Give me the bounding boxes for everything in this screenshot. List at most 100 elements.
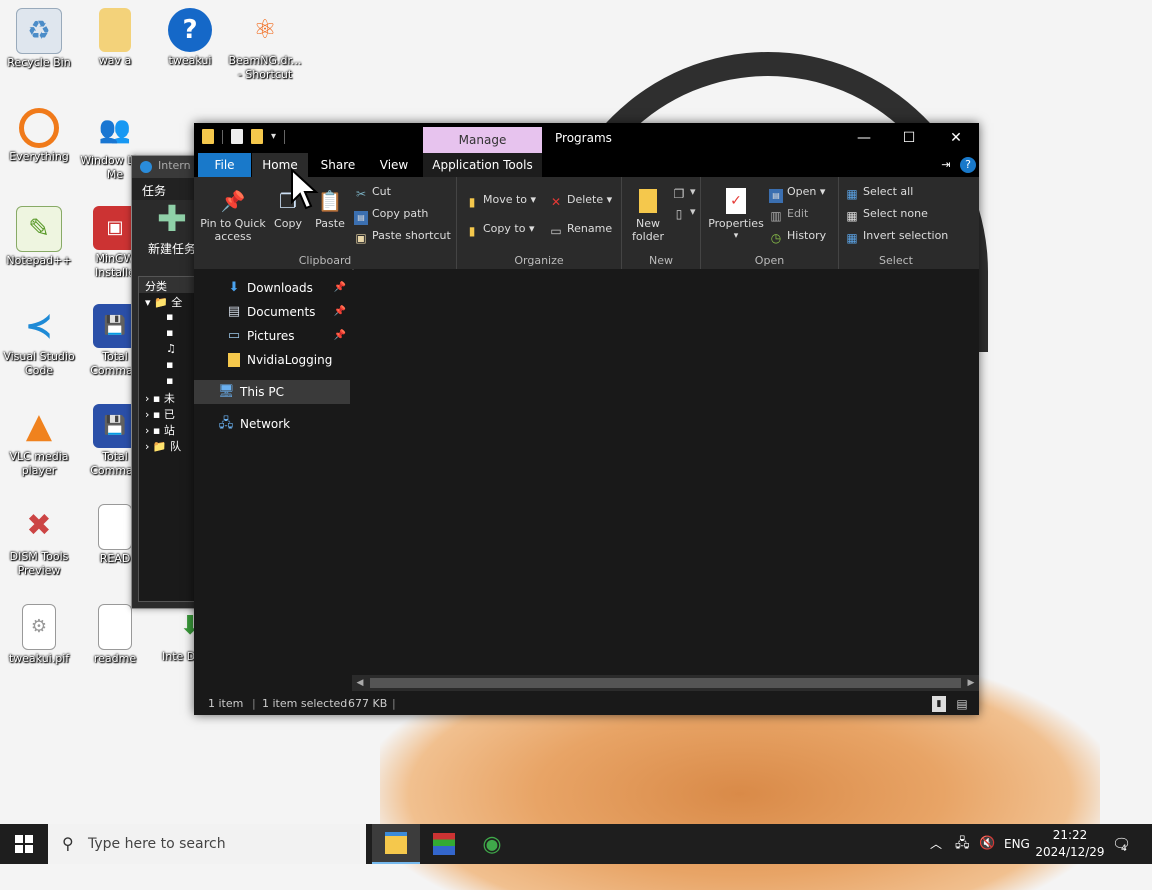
folder-icon	[202, 129, 214, 144]
open-button[interactable]: ▤ Open ▾	[769, 183, 825, 203]
cut-button[interactable]: ✂ Cut	[354, 183, 391, 201]
nav-item-downloads[interactable]: ⬇ Downloads 📌	[194, 276, 350, 300]
details-view-icon[interactable]: ▮	[932, 696, 946, 712]
move-to-button[interactable]: ▮ Move to ▾	[465, 191, 536, 209]
desktop-icon-dism-tools[interactable]: ✖ DISM Tools Preview	[2, 504, 76, 578]
tab-file[interactable]: File	[198, 153, 251, 177]
pin-ribbon-icon[interactable]: ⇥	[938, 153, 954, 177]
paste-shortcut-button[interactable]: ▣ Paste shortcut	[354, 227, 450, 245]
copy-to-button[interactable]: ▮ Copy to ▾	[465, 220, 535, 238]
new-folder-icon[interactable]	[251, 129, 263, 144]
notification-center-icon[interactable]: 🗨4	[1112, 824, 1137, 864]
history-button[interactable]: ◷ History	[769, 227, 826, 245]
notepadpp-icon: ✎	[16, 206, 62, 252]
tools-icon: ✖	[26, 508, 52, 543]
folder-icon	[226, 352, 242, 368]
desktop-icon-tweakui[interactable]: ? tweakui	[153, 8, 227, 68]
taskbar-app-2[interactable]	[420, 824, 468, 864]
taskbar-search-box[interactable]: ⚲ Type here to search	[48, 824, 366, 864]
taskbar-internet-download-manager[interactable]: ◉	[468, 824, 516, 864]
large-icons-view-icon[interactable]: ▤	[954, 696, 970, 712]
scroll-left-icon[interactable]: ◀	[352, 675, 368, 691]
horizontal-scrollbar[interactable]: ◀ ▶	[352, 675, 979, 691]
system-clock[interactable]: 21:22 2024/12/29	[1034, 827, 1106, 861]
app-icon	[433, 833, 455, 855]
nav-item-documents[interactable]: ▤ Documents 📌	[194, 300, 350, 324]
desktop-icon-beamng[interactable]: ⚛ BeamNG.dr... - Shortcut	[228, 8, 302, 82]
nav-item-this-pc[interactable]: 🖥 This PC	[194, 380, 350, 404]
nav-item-nvidialogging[interactable]: NvidiaLogging	[194, 348, 350, 372]
desktop-icon-label: VLC media player	[9, 450, 69, 477]
taskbar: ⚲ Type here to search ◉ ︿ 🖧 🔇 ENG 21:22 …	[0, 824, 1152, 864]
help-icon[interactable]: ?	[960, 157, 976, 173]
separator: |	[392, 697, 396, 710]
desktop-icon-vlc[interactable]: ▲ VLC media player	[2, 404, 76, 478]
window-title: Programs	[555, 131, 612, 145]
messenger-icon: 👥	[98, 115, 132, 145]
tab-application-tools[interactable]: Application Tools	[423, 153, 542, 177]
tab-view[interactable]: View	[368, 153, 420, 177]
new-folder-button[interactable]: New folder	[628, 187, 668, 243]
select-none-icon: ▦	[846, 209, 858, 223]
rename-button[interactable]: ▭ Rename	[549, 220, 612, 238]
taskbar-file-explorer[interactable]	[372, 824, 420, 864]
desktop-icon-label: wav a	[98, 54, 132, 67]
new-group: New folder ❐ ▾ ▯ ▾ New	[622, 177, 701, 269]
paste-icon: 📋	[317, 188, 343, 213]
desktop-icon-label: tweakui.pif	[8, 652, 70, 665]
close-button[interactable]: ✕	[933, 123, 979, 153]
scrollbar-thumb[interactable]	[370, 678, 961, 688]
pin-icon: 📌	[333, 306, 346, 317]
nav-item-network[interactable]: 🖧 Network	[194, 412, 350, 436]
new-item-button[interactable]: ❐ ▾	[672, 183, 696, 201]
scroll-right-icon[interactable]: ▶	[963, 675, 979, 691]
start-button[interactable]	[0, 824, 48, 864]
language-indicator[interactable]: ENG	[1004, 824, 1030, 864]
select-none-button[interactable]: ▦ Select none	[845, 205, 928, 223]
navigation-pane[interactable]: ⬇ Downloads 📌 ▤ Documents 📌 ▭ Pictures 📌…	[194, 269, 352, 685]
desktop-icon-label: BeamNG.dr... - Shortcut	[228, 54, 302, 81]
copy-path-button[interactable]: ▤ Copy path	[354, 205, 428, 225]
scissors-icon: ✂	[355, 187, 367, 201]
pin-icon: 📌	[333, 330, 346, 341]
separator: |	[252, 697, 256, 710]
mouse-cursor-icon	[291, 168, 319, 210]
desktop-icon-vscode[interactable]: ≺ Visual Studio Code	[2, 304, 76, 378]
properties-button[interactable]: ✓ Properties ▾	[707, 187, 765, 243]
desktop-icon-notepadpp[interactable]: ✎ Notepad++	[2, 206, 76, 268]
desktop-icon-wav-a[interactable]: wav a	[78, 8, 152, 68]
open-group: ✓ Properties ▾ ▤ Open ▾ ▥ Edit ◷ History Op…	[701, 177, 839, 269]
qat-dropdown-icon[interactable]: ▾	[271, 131, 276, 142]
network-tray-icon[interactable]: 🖧	[955, 824, 970, 864]
pin-to-quick-access-button[interactable]: 📌 Pin to Quick access	[200, 187, 266, 244]
desktop-icon-everything[interactable]: Everything	[2, 108, 76, 164]
show-hidden-icons-icon[interactable]: ︿	[930, 824, 942, 864]
select-group-label: Select	[879, 254, 913, 267]
minimize-button[interactable]: —	[841, 123, 887, 153]
volume-muted-icon[interactable]: 🔇	[979, 824, 995, 864]
delete-button[interactable]: ✕ Delete ▾	[549, 191, 612, 209]
manage-contextual-tab[interactable]: Manage	[423, 127, 542, 153]
separator	[284, 129, 286, 144]
invert-selection-button[interactable]: ▦ Invert selection	[845, 227, 948, 245]
text-file-icon	[98, 504, 132, 550]
desktop-icon-tweakui-pif[interactable]: ⚙ tweakui.pif	[2, 604, 76, 666]
easy-access-button[interactable]: ▯ ▾	[672, 203, 696, 221]
vscode-icon: ≺	[24, 306, 54, 346]
pin-icon: 📌	[220, 188, 246, 213]
maximize-button[interactable]: ☐	[886, 123, 932, 153]
new-group-label: New	[649, 254, 673, 267]
search-placeholder: Type here to search	[88, 836, 226, 852]
select-all-button[interactable]: ▦ Select all	[845, 183, 913, 201]
edit-button[interactable]: ▥ Edit	[769, 205, 808, 223]
desktop-icon-readme[interactable]: readme	[78, 604, 152, 666]
status-size: 677 KB	[348, 697, 388, 710]
desktop-icon-label: MinGW Installe	[95, 252, 135, 279]
file-explorer-icon	[385, 832, 407, 854]
desktop-icon-recycle-bin[interactable]: ♻ Recycle Bin	[2, 8, 76, 70]
nav-item-pictures[interactable]: ▭ Pictures 📌	[194, 324, 350, 348]
status-selected: 1 item selected	[262, 697, 348, 710]
properties-icon[interactable]	[231, 129, 243, 144]
title-bar[interactable]: ▾ Manage Programs — ☐ ✕	[194, 123, 979, 153]
file-list-area[interactable]	[354, 269, 979, 675]
